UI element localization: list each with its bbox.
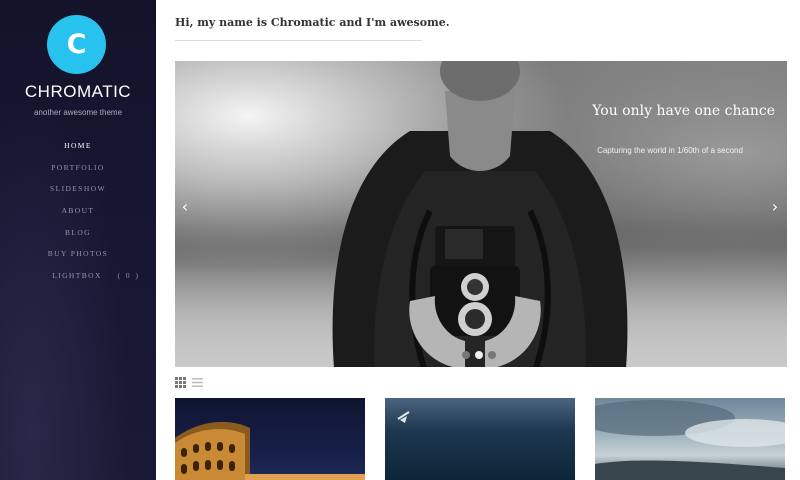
slide-caption: Capturing the world in 1/60th of a secon… xyxy=(597,146,743,155)
nav-item-lightbox[interactable]: LIGHTBOX ( 0 ) xyxy=(0,270,156,292)
chevron-left-icon[interactable]: ‹ xyxy=(178,197,192,217)
nav-item-portfolio[interactable]: PORTFOLIO xyxy=(0,162,156,184)
nav-item-slideshow[interactable]: SLIDESHOW xyxy=(0,183,156,205)
slider-dot-2[interactable] xyxy=(475,351,483,359)
site-title[interactable]: CHROMATIC xyxy=(0,82,156,102)
bird-over-water-photo xyxy=(397,411,410,423)
slider-dot-3[interactable] xyxy=(488,351,496,359)
lightbox-label: LIGHTBOX xyxy=(52,271,102,281)
gallery-thumbnail-clouds[interactable] xyxy=(595,398,785,480)
nav-item-about[interactable]: ABOUT xyxy=(0,205,156,227)
chevron-right-icon[interactable]: › xyxy=(768,197,782,217)
site-logo[interactable]: C xyxy=(47,15,106,74)
page-heading: Hi, my name is Chromatic and I'm awesome… xyxy=(175,16,450,29)
nav-item-blog[interactable]: BLOG xyxy=(0,227,156,249)
colosseum-night-photo xyxy=(175,421,365,480)
slider-pagination xyxy=(462,351,496,359)
slider-dot-1[interactable] xyxy=(462,351,470,359)
hero-slider[interactable]: You only have one chance Capturing the w… xyxy=(175,61,787,367)
gallery-thumbnail-colosseum[interactable] xyxy=(175,398,365,480)
gallery-thumbnail-bird[interactable] xyxy=(385,398,575,480)
site-tagline: another awesome theme xyxy=(33,108,123,117)
gallery-view-toggle xyxy=(175,377,203,388)
lightbox-count: ( 0 ) xyxy=(117,271,140,281)
heading-divider xyxy=(175,40,422,41)
grid-view-icon[interactable] xyxy=(175,377,186,388)
main-nav: HOME PORTFOLIO SLIDESHOW ABOUT BLOG BUY … xyxy=(0,140,156,292)
list-view-icon[interactable] xyxy=(192,377,203,388)
slide-title: You only have one chance xyxy=(592,103,775,119)
sidebar: C CHROMATIC another awesome theme HOME P… xyxy=(0,0,156,480)
nav-item-home[interactable]: HOME xyxy=(0,140,156,162)
nav-item-buy-photos[interactable]: BUY PHOTOS xyxy=(0,248,156,270)
clouds-sky-photo xyxy=(595,400,785,480)
logo-letter: C xyxy=(66,29,87,60)
